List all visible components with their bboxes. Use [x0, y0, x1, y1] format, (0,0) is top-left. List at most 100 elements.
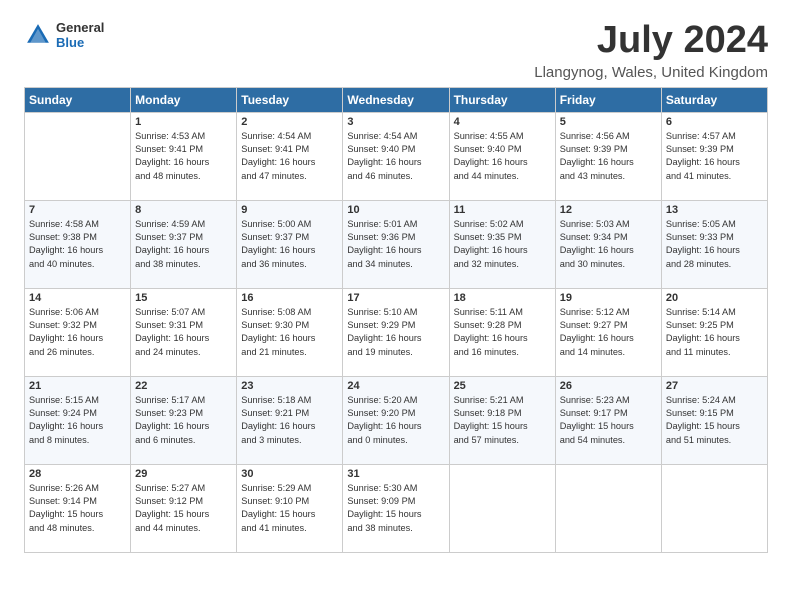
calendar-cell: 31Sunrise: 5:30 AMSunset: 9:09 PMDayligh…	[343, 464, 449, 552]
day-number: 5	[560, 116, 657, 128]
col-sunday: Sunday	[25, 87, 131, 112]
day-info: Sunrise: 5:27 AMSunset: 9:12 PMDaylight:…	[135, 482, 232, 535]
day-number: 7	[29, 204, 126, 216]
logo-text: General Blue	[56, 20, 104, 50]
calendar-cell: 4Sunrise: 4:55 AMSunset: 9:40 PMDaylight…	[449, 112, 555, 200]
calendar-cell: 6 Sunrise: 4:57 AMSunset: 9:39 PMDaylight…	[661, 112, 767, 200]
day-info: Sunrise: 5:17 AMSunset: 9:23 PMDaylight:…	[135, 394, 232, 447]
calendar-week-4: 21 Sunrise: 5:15 AMSunset: 9:24 PMDayligh…	[25, 376, 768, 464]
day-number: 1	[135, 116, 232, 128]
header-row: Sunday Monday Tuesday Wednesday Thursday…	[25, 87, 768, 112]
calendar-cell: 23 Sunrise: 5:18 AMSunset: 9:21 PMDayligh…	[237, 376, 343, 464]
day-number: 30	[241, 468, 338, 480]
day-number: 2	[241, 116, 338, 128]
day-number: 26	[560, 380, 657, 392]
col-wednesday: Wednesday	[343, 87, 449, 112]
day-info: Sunrise: 5:12 AMSunset: 9:27 PMDaylight:…	[560, 306, 657, 359]
day-number: 25	[454, 380, 551, 392]
day-info: Sunrise: 4:53 AMSunset: 9:41 PMDaylight:…	[135, 130, 232, 183]
day-number: 8	[135, 204, 232, 216]
day-number: 24	[347, 380, 444, 392]
col-saturday: Saturday	[661, 87, 767, 112]
day-number: 23	[241, 380, 338, 392]
day-info: Sunrise: 5:03 AMSunset: 9:34 PMDaylight:…	[560, 218, 657, 271]
col-monday: Monday	[131, 87, 237, 112]
day-info: Sunrise: 4:58 AMSunset: 9:38 PMDaylight:…	[29, 218, 126, 271]
day-info: Sunrise: 5:00 AMSunset: 9:37 PMDaylight:…	[241, 218, 338, 271]
calendar-cell	[449, 464, 555, 552]
calendar-cell	[25, 112, 131, 200]
day-number: 21	[29, 380, 126, 392]
day-number: 16	[241, 292, 338, 304]
calendar-cell: 8 Sunrise: 4:59 AMSunset: 9:37 PMDaylight…	[131, 200, 237, 288]
day-info: Sunrise: 5:29 AMSunset: 9:10 PMDaylight:…	[241, 482, 338, 535]
day-info: Sunrise: 5:18 AMSunset: 9:21 PMDaylight:…	[241, 394, 338, 447]
day-number: 19	[560, 292, 657, 304]
day-number: 20	[666, 292, 763, 304]
calendar-cell: 10 Sunrise: 5:01 AMSunset: 9:36 PMDayligh…	[343, 200, 449, 288]
day-info: Sunrise: 5:10 AMSunset: 9:29 PMDaylight:…	[347, 306, 444, 359]
header: General Blue July 2024 Llangynog, Wales,…	[24, 20, 768, 81]
location: Llangynog, Wales, United Kingdom	[534, 64, 768, 81]
day-info: Sunrise: 5:26 AMSunset: 9:14 PMDaylight:…	[29, 482, 126, 535]
calendar-cell: 1 Sunrise: 4:53 AMSunset: 9:41 PMDaylight…	[131, 112, 237, 200]
calendar-cell: 18Sunrise: 5:11 AMSunset: 9:28 PMDayligh…	[449, 288, 555, 376]
day-info: Sunrise: 5:01 AMSunset: 9:36 PMDaylight:…	[347, 218, 444, 271]
calendar-cell: 20Sunrise: 5:14 AMSunset: 9:25 PMDayligh…	[661, 288, 767, 376]
day-number: 13	[666, 204, 763, 216]
calendar-cell: 19 Sunrise: 5:12 AMSunset: 9:27 PMDayligh…	[555, 288, 661, 376]
calendar-cell: 16 Sunrise: 5:08 AMSunset: 9:30 PMDayligh…	[237, 288, 343, 376]
day-number: 15	[135, 292, 232, 304]
calendar-cell	[661, 464, 767, 552]
calendar-cell: 5 Sunrise: 4:56 AMSunset: 9:39 PMDaylight…	[555, 112, 661, 200]
day-info: Sunrise: 5:06 AMSunset: 9:32 PMDaylight:…	[29, 306, 126, 359]
logo: General Blue	[24, 20, 104, 50]
calendar-cell: 26 Sunrise: 5:23 AMSunset: 9:17 PMDayligh…	[555, 376, 661, 464]
day-number: 17	[347, 292, 444, 304]
calendar-cell: 9 Sunrise: 5:00 AMSunset: 9:37 PMDaylight…	[237, 200, 343, 288]
day-info: Sunrise: 5:23 AMSunset: 9:17 PMDaylight:…	[560, 394, 657, 447]
col-thursday: Thursday	[449, 87, 555, 112]
calendar-cell: 11Sunrise: 5:02 AMSunset: 9:35 PMDayligh…	[449, 200, 555, 288]
col-friday: Friday	[555, 87, 661, 112]
day-info: Sunrise: 5:15 AMSunset: 9:24 PMDaylight:…	[29, 394, 126, 447]
day-number: 14	[29, 292, 126, 304]
day-number: 12	[560, 204, 657, 216]
day-info: Sunrise: 5:07 AMSunset: 9:31 PMDaylight:…	[135, 306, 232, 359]
calendar-cell: 13 Sunrise: 5:05 AMSunset: 9:33 PMDayligh…	[661, 200, 767, 288]
calendar-cell: 7 Sunrise: 4:58 AMSunset: 9:38 PMDaylight…	[25, 200, 131, 288]
logo-icon	[24, 21, 52, 49]
page: General Blue July 2024 Llangynog, Wales,…	[0, 0, 792, 569]
day-info: Sunrise: 5:24 AMSunset: 9:15 PMDaylight:…	[666, 394, 763, 447]
day-number: 29	[135, 468, 232, 480]
calendar-cell: 21 Sunrise: 5:15 AMSunset: 9:24 PMDayligh…	[25, 376, 131, 464]
month-title: July 2024	[534, 20, 768, 62]
day-number: 18	[454, 292, 551, 304]
day-number: 10	[347, 204, 444, 216]
calendar-cell: 22 Sunrise: 5:17 AMSunset: 9:23 PMDayligh…	[131, 376, 237, 464]
logo-general-text: General	[56, 20, 104, 35]
day-info: Sunrise: 5:08 AMSunset: 9:30 PMDaylight:…	[241, 306, 338, 359]
day-info: Sunrise: 4:57 AMSunset: 9:39 PMDaylight:…	[666, 130, 763, 183]
title-block: July 2024 Llangynog, Wales, United Kingd…	[534, 20, 768, 81]
calendar-week-3: 14 Sunrise: 5:06 AMSunset: 9:32 PMDayligh…	[25, 288, 768, 376]
calendar-cell: 3 Sunrise: 4:54 AMSunset: 9:40 PMDaylight…	[343, 112, 449, 200]
calendar-cell: 14 Sunrise: 5:06 AMSunset: 9:32 PMDayligh…	[25, 288, 131, 376]
calendar-cell: 29 Sunrise: 5:27 AMSunset: 9:12 PMDayligh…	[131, 464, 237, 552]
day-info: Sunrise: 5:05 AMSunset: 9:33 PMDaylight:…	[666, 218, 763, 271]
day-info: Sunrise: 5:20 AMSunset: 9:20 PMDaylight:…	[347, 394, 444, 447]
day-info: Sunrise: 4:59 AMSunset: 9:37 PMDaylight:…	[135, 218, 232, 271]
calendar-cell: 15 Sunrise: 5:07 AMSunset: 9:31 PMDayligh…	[131, 288, 237, 376]
calendar-table: Sunday Monday Tuesday Wednesday Thursday…	[24, 87, 768, 553]
day-info: Sunrise: 4:56 AMSunset: 9:39 PMDaylight:…	[560, 130, 657, 183]
day-number: 22	[135, 380, 232, 392]
day-number: 6	[666, 116, 763, 128]
calendar-week-2: 7 Sunrise: 4:58 AMSunset: 9:38 PMDaylight…	[25, 200, 768, 288]
day-number: 3	[347, 116, 444, 128]
day-info: Sunrise: 4:54 AMSunset: 9:40 PMDaylight:…	[347, 130, 444, 183]
logo-blue-text: Blue	[56, 35, 104, 50]
calendar-cell: 12 Sunrise: 5:03 AMSunset: 9:34 PMDayligh…	[555, 200, 661, 288]
calendar-cell: 25Sunrise: 5:21 AMSunset: 9:18 PMDayligh…	[449, 376, 555, 464]
day-number: 9	[241, 204, 338, 216]
day-number: 11	[454, 204, 551, 216]
